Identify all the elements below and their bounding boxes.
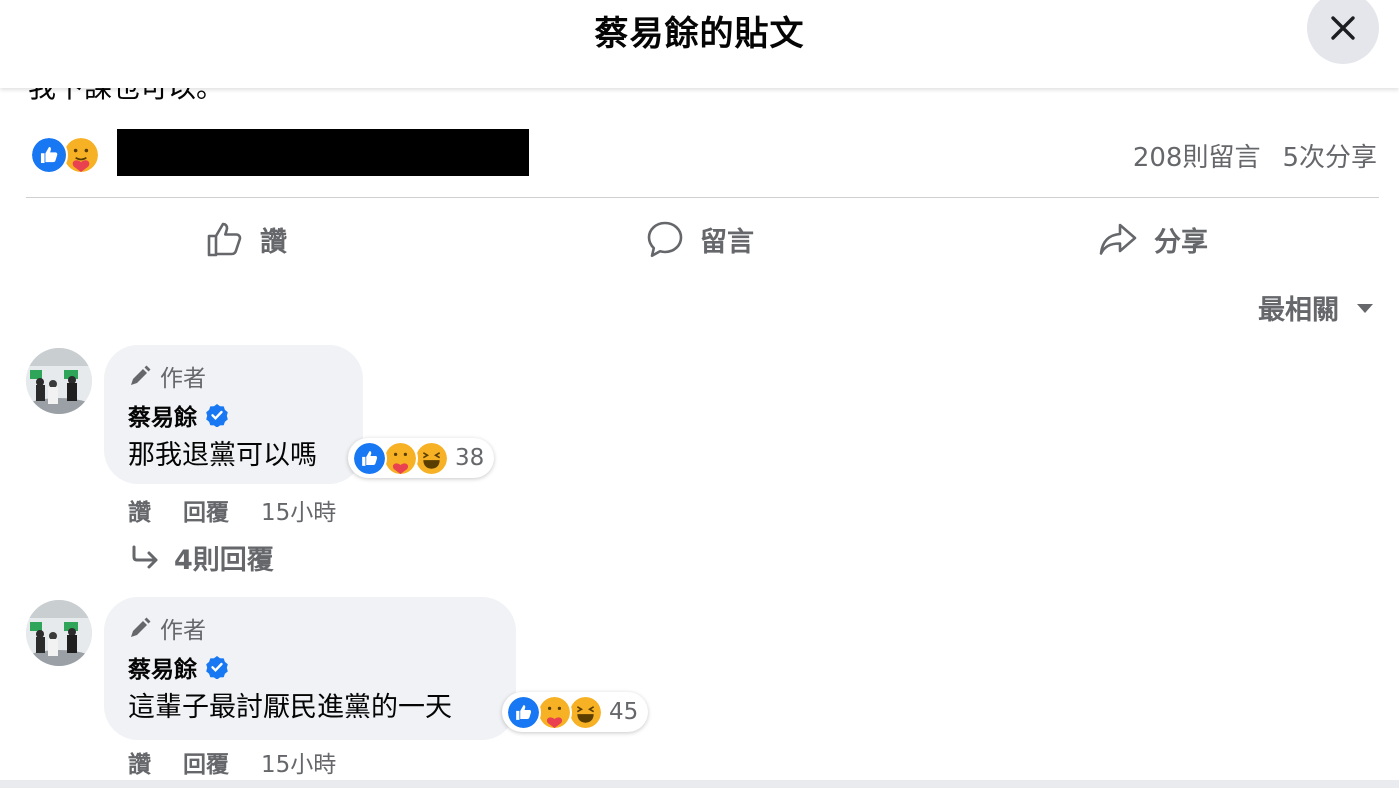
avatar-image [26, 348, 92, 414]
comment-actions: 讚 回覆 15小時 [128, 745, 336, 779]
haha-icon [414, 440, 449, 476]
comment-like-button[interactable]: 讚 [128, 493, 151, 527]
composer-edge [0, 780, 1399, 788]
care-icon [537, 694, 572, 730]
share-label: 分享 [1154, 226, 1208, 258]
pen-icon [131, 617, 151, 637]
share-icon [1099, 223, 1137, 255]
modal-title: 蔡易餘的貼文 [594, 14, 805, 54]
author-badge-label: 作者 [160, 618, 206, 644]
comment-bubble: 作者 蔡易餘 那我退黨可以嗎 [104, 345, 363, 484]
comment-timestamp[interactable]: 15小時 [261, 493, 336, 527]
modal-header: 蔡易餘的貼文 [0, 0, 1399, 88]
comment-actions: 讚 回覆 15小時 [128, 493, 336, 527]
view-replies-link[interactable]: 4則回覆 [130, 538, 274, 577]
comment-like-button[interactable]: 讚 [128, 745, 151, 779]
avatar[interactable] [26, 600, 92, 666]
post-counts: 208則留言 5次分享 [1133, 137, 1377, 174]
reaction-summary[interactable] [30, 136, 110, 176]
reaction-count: 45 [609, 699, 639, 725]
commenter-name-text: 蔡易餘 [128, 405, 197, 431]
reaction-count: 38 [455, 445, 485, 471]
comment-timestamp[interactable]: 15小時 [261, 745, 336, 779]
thumbs-up-icon [207, 222, 242, 257]
reply-arrow-icon [132, 545, 158, 568]
like-button[interactable]: 讚 [206, 214, 287, 264]
like-label: 讚 [260, 226, 287, 258]
divider [26, 197, 1379, 198]
like-icon [30, 136, 68, 174]
replies-count-label: 4則回覆 [174, 545, 274, 576]
comment-count[interactable]: 208則留言 [1133, 143, 1261, 173]
comment-reply-button[interactable]: 回覆 [183, 493, 229, 527]
like-icon [352, 440, 387, 476]
verified-badge-icon [206, 404, 228, 427]
comment-text: 這輩子最討厭民進黨的一天 [128, 692, 452, 723]
like-icon [506, 694, 541, 730]
avatar[interactable] [26, 348, 92, 414]
commenter-name[interactable]: 蔡易餘 [128, 651, 492, 683]
author-badge-label: 作者 [160, 366, 206, 392]
comment-label: 留言 [700, 226, 754, 258]
share-button[interactable]: 分享 [1098, 214, 1208, 264]
author-badge: 作者 [128, 611, 492, 645]
comment-button[interactable]: 留言 [646, 214, 754, 264]
comment-reply-button[interactable]: 回覆 [183, 745, 229, 779]
comment-reactions[interactable]: 45 [502, 692, 649, 732]
sort-dropdown[interactable]: 最相關 [1258, 288, 1375, 327]
share-count[interactable]: 5次分享 [1282, 143, 1377, 173]
author-badge: 作者 [128, 359, 339, 393]
pen-icon [131, 365, 151, 385]
comment-bubble: 作者 蔡易餘 這輩子最討厭民進黨的一天 [104, 597, 516, 740]
post-modal: 蔡易餘的貼文 我下課也可以。 208則留言5次分享 讚 [0, 0, 1399, 788]
commenter-name[interactable]: 蔡易餘 [128, 399, 339, 431]
comment-text: 那我退黨可以嗎 [128, 440, 317, 471]
care-icon [383, 440, 418, 476]
sort-label: 最相關 [1258, 295, 1339, 326]
caret-down-icon [1357, 303, 1373, 313]
commenter-name-text: 蔡易餘 [128, 657, 197, 683]
haha-icon [568, 694, 603, 730]
close-icon [1331, 16, 1355, 40]
redacted-names [117, 129, 529, 176]
avatar-image [26, 600, 92, 666]
comment-icon [647, 221, 683, 258]
comment-reactions[interactable]: 38 [348, 438, 495, 478]
verified-badge-icon [206, 656, 228, 679]
